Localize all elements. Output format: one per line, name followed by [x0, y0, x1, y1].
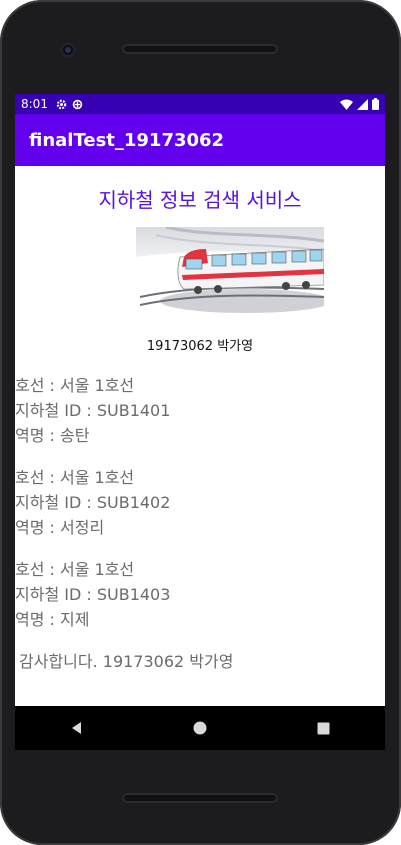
home-icon: [193, 721, 207, 735]
recents-icon: [317, 722, 330, 734]
signal-icon: [357, 98, 368, 110]
recents-button[interactable]: [303, 708, 343, 748]
bottom-speaker: [122, 793, 278, 803]
thanks-text: 감사합니다. 19173062 박가영: [19, 652, 234, 671]
app-bar: finalTest_19173062: [15, 114, 385, 166]
station-id: 지하철 ID : SUB1402: [15, 493, 171, 512]
station-item: 호선 : 서울 1호선 지하철 ID : SUB1401 역명 : 송탄: [15, 373, 385, 448]
app-title: finalTest_19173062: [29, 129, 225, 151]
wifi-icon: [340, 99, 353, 110]
back-icon: [71, 722, 81, 734]
gear-icon: [56, 99, 67, 109]
station-line: 호선 : 서울 1호선: [15, 376, 135, 395]
station-line: 호선 : 서울 1호선: [15, 468, 135, 487]
station-id: 지하철 ID : SUB1403: [15, 585, 171, 604]
data-saver-icon: [72, 99, 83, 109]
station-item: 호선 : 서울 1호선 지하철 ID : SUB1403 역명 : 지제: [15, 557, 385, 632]
screen: 8:01 finalTest_19173062 지하철 정보 검색 서비스 19…: [15, 94, 385, 706]
status-time: 8:01: [21, 97, 48, 111]
station-name: 역명 : 지제: [15, 610, 90, 629]
station-line: 호선 : 서울 1호선: [15, 560, 135, 579]
page-title: 지하철 정보 검색 서비스: [98, 188, 302, 212]
home-button[interactable]: [180, 708, 220, 748]
phone-frame: 8:01 finalTest_19173062 지하철 정보 검색 서비스 19…: [0, 0, 401, 845]
content: 지하철 정보 검색 서비스 19173062 박가영 호선: 서울 1호선 지…: [15, 185, 385, 674]
station-item: 호선 : 서울 1호선 지하철 ID : SUB1402 역명 : 서정리: [15, 465, 385, 540]
navigation-bar: [15, 706, 385, 750]
station-list: 호선 : 서울 1호선 지하철 ID : SUB1401 역명 : 송탄 호선 …: [15, 373, 385, 632]
subway-train-image: [136, 227, 324, 313]
station-name: 역명 : 송탄: [15, 426, 90, 445]
battery-icon: [372, 98, 379, 110]
author-caption: 19173062 박가영: [146, 339, 254, 354]
station-id: 지하철 ID : SUB1401: [15, 401, 171, 420]
back-button[interactable]: [57, 708, 97, 748]
front-camera: [60, 42, 76, 58]
station-name: 역명 : 서정리: [15, 518, 105, 537]
status-bar: 8:01: [15, 94, 385, 114]
earpiece-speaker: [122, 44, 278, 54]
top-bezel: [0, 0, 401, 94]
